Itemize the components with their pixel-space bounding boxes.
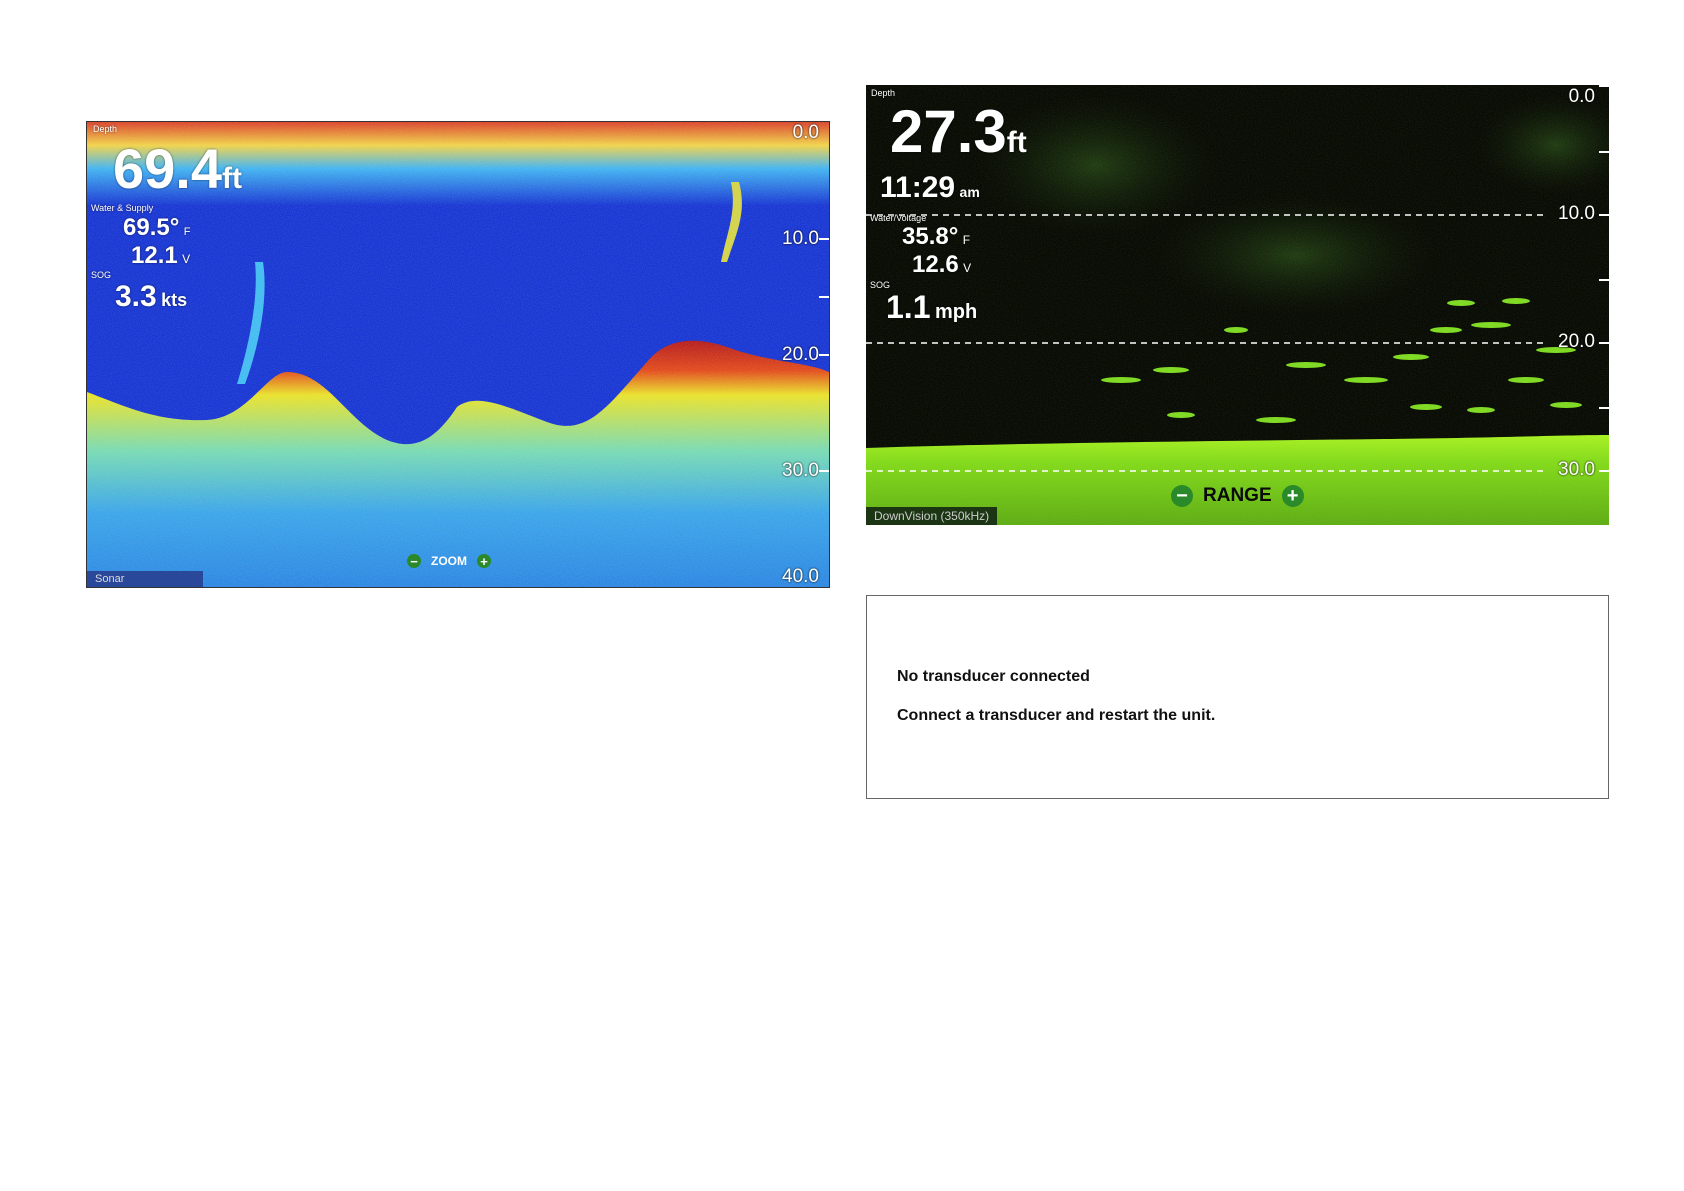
dv-temp-readout: 35.8° F — [902, 223, 970, 251]
range-label: RANGE — [1203, 485, 1272, 506]
sonar-zoom-control: − ZOOM + — [407, 554, 491, 569]
dv-time-value: 11:29 — [880, 171, 956, 204]
sonar-sog-unit: kts — [161, 290, 188, 310]
zoom-out-button[interactable]: − — [407, 554, 421, 569]
dv-depth-readout: 27.3ft — [890, 97, 1027, 166]
dv-scale-tick — [1599, 342, 1609, 344]
sonar-temp-value: 69.5° — [123, 214, 180, 241]
dv-range-control: − RANGE + — [1171, 485, 1304, 507]
sonar-depth-label: Depth — [93, 124, 118, 134]
zoom-in-button[interactable]: + — [477, 554, 491, 569]
dv-scale-10: 10.0 — [1558, 203, 1595, 224]
sonar-panel: Depth 69.4ft Water & Supply 69.5° F 12.1… — [86, 121, 830, 588]
dv-group-label: Water/Voltage — [870, 213, 927, 223]
dv-scale-tick — [1599, 85, 1609, 87]
sonar-volt-unit: V — [182, 252, 191, 266]
sonar-sog-value: 3.3 — [115, 280, 157, 313]
dv-depth-unit: ft — [1006, 126, 1027, 159]
sonar-scale-20: 20.0 — [782, 344, 819, 365]
dv-scale-tick — [1599, 407, 1609, 409]
dv-volt-value: 12.6 — [912, 251, 959, 278]
dv-scale-tick — [1599, 279, 1609, 281]
dv-time-readout: 11:29 am — [880, 171, 980, 205]
dv-sog-readout: 1.1 mph — [886, 289, 977, 326]
dv-depth-value: 27.3 — [890, 98, 1007, 165]
sonar-volt-readout: 12.1 V — [131, 242, 190, 270]
dv-scale-20: 20.0 — [1558, 331, 1595, 352]
dialog-body: Connect a transducer and restart the uni… — [897, 707, 1216, 724]
sonar-sog-label: SOG — [91, 270, 112, 280]
dv-scale-tick — [1599, 151, 1609, 153]
dv-source-label: DownVision (350kHz) — [866, 507, 998, 525]
dv-time-suffix: am — [959, 184, 980, 200]
sonar-scale-tick — [819, 296, 829, 298]
sonar-scale-40: 40.0 — [782, 566, 819, 587]
dv-scale-30: 30.0 — [1558, 459, 1595, 480]
sonar-source-label: Sonar — [87, 571, 203, 587]
sonar-sog-readout: 3.3 kts — [115, 280, 187, 314]
sonar-scale-0: 0.0 — [792, 122, 819, 143]
sonar-temp-unit: F — [183, 226, 191, 238]
downvision-panel: Depth 27.3ft 11:29 am Water/Voltage 35.8… — [866, 85, 1609, 525]
dv-volt-readout: 12.6 V — [912, 251, 971, 279]
no-transducer-dialog: No transducer connected Connect a transd… — [866, 595, 1609, 799]
sonar-temp-readout: 69.5° F — [123, 214, 191, 242]
sonar-scale-30: 30.0 — [782, 460, 819, 481]
sonar-volt-value: 12.1 — [131, 242, 178, 269]
dv-scale-0: 0.0 — [1568, 86, 1595, 107]
sonar-scale-10: 10.0 — [782, 228, 819, 249]
dv-sog-unit: mph — [934, 301, 978, 323]
range-increase-button[interactable]: + — [1281, 485, 1304, 507]
dv-sog-value: 1.1 — [886, 289, 931, 325]
sonar-scale-tick — [819, 470, 829, 472]
dv-volt-unit: V — [963, 261, 972, 275]
sonar-scale-tick — [819, 238, 829, 240]
dv-temp-value: 35.8° — [902, 223, 959, 250]
sonar-depth-unit: ft — [222, 162, 242, 195]
sonar-group-label: Water & Supply — [91, 203, 154, 213]
sonar-depth-readout: 69.4ft — [113, 136, 242, 201]
dialog-title: No transducer connected — [897, 668, 1090, 685]
range-decrease-button[interactable]: − — [1171, 485, 1193, 507]
dv-scale-tick — [1599, 214, 1609, 216]
zoom-label: ZOOM — [431, 554, 467, 568]
sonar-depth-value: 69.4 — [113, 137, 222, 200]
dv-temp-unit: F — [962, 233, 971, 247]
sonar-scale-tick — [819, 354, 829, 356]
dv-scale-tick — [1599, 470, 1609, 472]
